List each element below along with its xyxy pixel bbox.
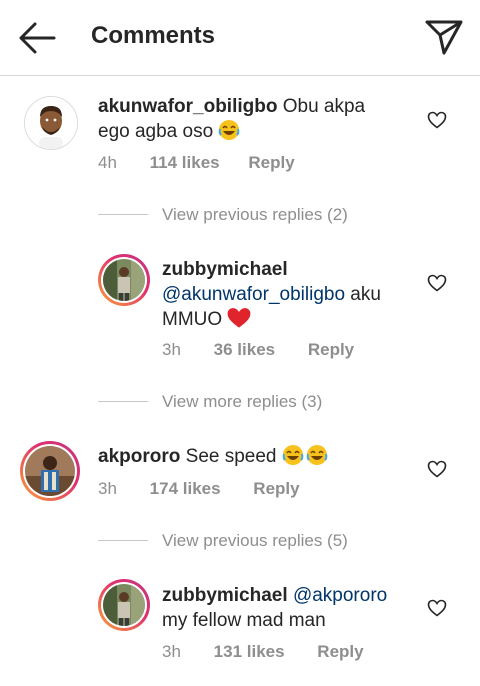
comment-meta: 3h 131 likes Reply [162,642,364,662]
likes-count[interactable]: 36 likes [214,340,275,360]
likes-count[interactable]: 114 likes [150,153,220,173]
avatar[interactable] [98,579,150,631]
avatar[interactable] [20,441,80,501]
heart-icon[interactable] [427,274,447,292]
comment-body: See speed [185,446,277,467]
comment-time: 3h [162,642,181,661]
laughing-emoji-icon [218,119,240,148]
page-title: Comments [91,22,216,49]
comment-username[interactable]: zubbymichael [162,259,288,280]
comment-text: zubbymichael @akpororo my fellow mad man [162,583,412,633]
reply-button[interactable]: Reply [248,153,294,173]
comment-meta: 4h 114 likes Reply [98,153,295,173]
heart-icon[interactable] [427,460,447,478]
comment-text: akpororo See speed [98,444,398,473]
mention-link[interactable]: @akpororo [293,585,387,606]
comment-username[interactable]: akpororo [98,446,180,467]
cartoon-avatar-image [25,97,77,149]
photo-avatar-image [25,446,75,496]
view-replies-link[interactable]: View more replies (3) [162,392,322,412]
reply-button[interactable]: Reply [253,479,299,499]
paper-plane-icon[interactable] [424,18,464,56]
laughing-emoji-icon [282,444,328,473]
header: Comments [0,0,480,76]
reply-button[interactable]: Reply [308,340,354,360]
divider-line [98,540,148,541]
likes-count[interactable]: 131 likes [214,642,285,662]
comment-time: 4h [98,153,117,172]
photo-avatar-image [103,584,145,626]
heart-icon[interactable] [427,599,447,617]
comment-meta: 3h 174 likes Reply [98,479,300,499]
comment-text: zubbymichael @akunwafor_obiligbo aku MMU… [162,257,412,336]
comment-time: 3h [162,340,181,359]
comment-meta: 3h 36 likes Reply [162,340,354,360]
reply-button[interactable]: Reply [317,642,363,662]
heart-icon[interactable] [427,111,447,129]
view-replies-link[interactable]: View previous replies (2) [162,205,348,225]
likes-count[interactable]: 174 likes [150,479,221,499]
mention-link[interactable]: @akunwafor_obiligbo [162,284,345,305]
red-heart-emoji-icon [227,307,251,336]
comment-time: 3h [98,479,117,498]
divider-line [98,401,148,402]
comment-username[interactable]: akunwafor_obiligbo [98,96,277,117]
comment-username[interactable]: zubbymichael [162,585,288,606]
comment-text: akunwafor_obiligbo Obu akpa ego agba oso [98,94,398,148]
arrow-left-icon[interactable] [16,20,56,56]
view-replies-link[interactable]: View previous replies (5) [162,531,348,551]
divider-line [98,214,148,215]
comment-body: my fellow mad man [162,610,326,631]
photo-avatar-image [103,259,145,301]
avatar[interactable] [24,96,78,150]
avatar[interactable] [98,254,150,306]
